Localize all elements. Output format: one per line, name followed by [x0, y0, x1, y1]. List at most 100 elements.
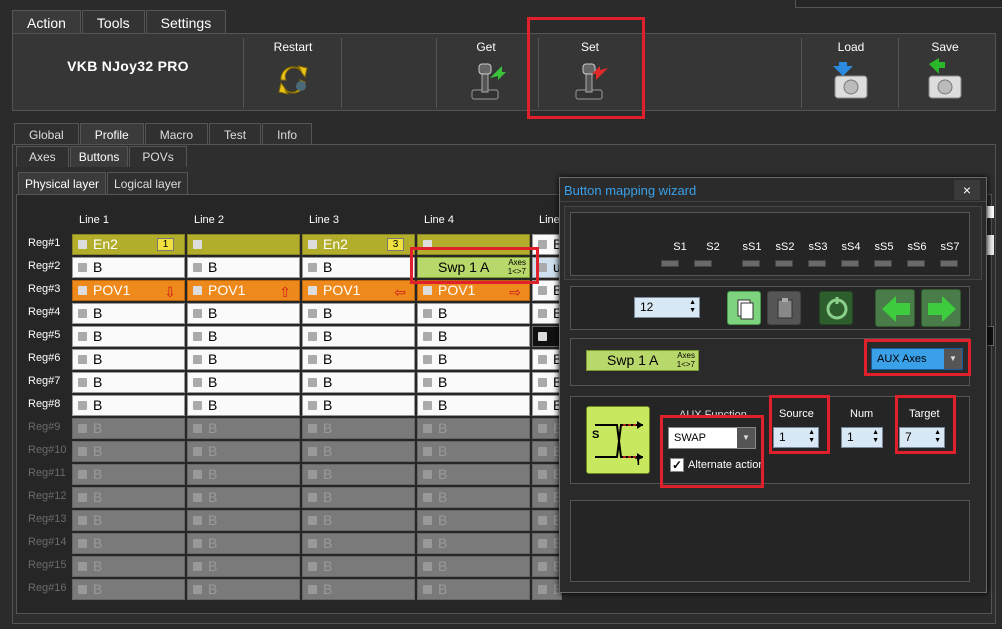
grid-cell[interactable]: POV1 ⇧	[187, 280, 300, 301]
grid-cell[interactable]: B	[72, 579, 185, 600]
grid-cell[interactable]: B	[532, 395, 562, 416]
shift-led[interactable]	[808, 260, 826, 267]
grid-cell[interactable]: POV1 ⇩	[72, 280, 185, 301]
prev-button[interactable]	[875, 289, 915, 327]
tab-profile[interactable]: Profile	[79, 123, 144, 145]
grid-cell[interactable]: B	[72, 418, 185, 439]
grid-cell[interactable]: B	[417, 418, 530, 439]
grid-cell[interactable]	[532, 326, 562, 347]
tab-physical-layer[interactable]: Physical layer	[18, 172, 107, 194]
tab-povs[interactable]: POVs	[129, 146, 187, 167]
grid-cell[interactable]: B	[187, 533, 300, 554]
grid-cell[interactable]: B	[187, 510, 300, 531]
grid-cell[interactable]: B	[417, 372, 530, 393]
grid-cell[interactable]: B	[532, 464, 562, 485]
grid-cell[interactable]: B	[532, 441, 562, 462]
grid-cell[interactable]: POV1 ⇦	[302, 280, 415, 301]
grid-cell[interactable]: B	[302, 257, 415, 278]
grid-cell[interactable]: B	[532, 418, 562, 439]
grid-cell[interactable]: B	[187, 303, 300, 324]
grid-cell[interactable]: B	[302, 487, 415, 508]
grid-cell[interactable]: B	[532, 510, 562, 531]
grid-cell[interactable]: B	[417, 510, 530, 531]
grid-cell[interactable]: B	[187, 257, 300, 278]
tab-global[interactable]: Global	[14, 123, 79, 145]
grid-cell[interactable]: B	[302, 579, 415, 600]
num-spinner[interactable]: 1 ▲ ▼	[841, 427, 883, 448]
grid-cell[interactable]: B	[72, 395, 185, 416]
grid-cell[interactable]: B	[187, 441, 300, 462]
grid-cell[interactable]: B	[417, 395, 530, 416]
grid-cell[interactable]: B	[532, 579, 562, 600]
next-button[interactable]	[921, 289, 961, 327]
shift-led[interactable]	[907, 260, 925, 267]
load-button[interactable]: Load	[806, 34, 896, 112]
grid-cell[interactable]: B	[417, 464, 530, 485]
shift-led[interactable]	[775, 260, 793, 267]
grid-cell[interactable]: B	[302, 556, 415, 577]
get-button[interactable]: Get	[441, 34, 531, 112]
grid-cell[interactable]: B	[417, 579, 530, 600]
tab-macro[interactable]: Macro	[144, 123, 209, 145]
shift-led[interactable]	[661, 260, 679, 267]
grid-cell[interactable]: B	[302, 533, 415, 554]
grid-cell[interactable]: B	[72, 303, 185, 324]
grid-cell[interactable]: B	[72, 326, 185, 347]
shift-led[interactable]	[694, 260, 712, 267]
grid-cell[interactable]: B	[302, 303, 415, 324]
tab-logical-layer[interactable]: Logical layer	[107, 172, 189, 194]
grid-cell[interactable]: B	[302, 418, 415, 439]
shift-led[interactable]	[874, 260, 892, 267]
grid-cell[interactable]: B	[187, 556, 300, 577]
tab-test[interactable]: Test	[209, 123, 262, 145]
grid-cell[interactable]: B	[187, 326, 300, 347]
paste-button[interactable]	[767, 291, 801, 325]
grid-cell[interactable]: B	[302, 441, 415, 462]
shift-led[interactable]	[940, 260, 958, 267]
grid-cell[interactable]: B	[187, 418, 300, 439]
grid-cell[interactable]: B	[302, 349, 415, 370]
copy-button[interactable]	[727, 291, 761, 325]
grid-cell[interactable]: B	[72, 257, 185, 278]
grid-cell[interactable]: B	[417, 349, 530, 370]
tab-tools[interactable]: Tools	[81, 10, 145, 34]
save-button[interactable]: Save	[900, 34, 990, 112]
grid-cell[interactable]: B	[187, 372, 300, 393]
grid-cell[interactable]: B	[302, 372, 415, 393]
grid-cell[interactable]: B	[187, 579, 300, 600]
grid-cell[interactable]: B	[187, 487, 300, 508]
tab-axes[interactable]: Axes	[16, 146, 69, 167]
grid-cell[interactable]: B	[72, 533, 185, 554]
grid-cell[interactable]: B	[417, 487, 530, 508]
grid-cell[interactable]: B	[187, 349, 300, 370]
grid-cell[interactable]: B	[72, 510, 185, 531]
grid-cell[interactable]: B	[417, 441, 530, 462]
grid-cell[interactable]: B	[417, 303, 530, 324]
grid-cell[interactable]: B	[532, 303, 562, 324]
grid-cell[interactable]: B	[187, 464, 300, 485]
grid-cell[interactable]: B	[532, 556, 562, 577]
grid-cell[interactable]: B	[72, 556, 185, 577]
grid-cell[interactable]: B	[417, 556, 530, 577]
tab-buttons[interactable]: Buttons	[69, 146, 129, 167]
grid-cell[interactable]: B	[72, 441, 185, 462]
grid-cell[interactable]: B	[532, 533, 562, 554]
restart-button[interactable]: Restart	[248, 34, 338, 112]
grid-cell[interactable]: B	[532, 372, 562, 393]
grid-cell[interactable]: B	[72, 349, 185, 370]
grid-cell[interactable]: B	[417, 326, 530, 347]
shift-led[interactable]	[742, 260, 760, 267]
grid-cell[interactable]: B	[72, 464, 185, 485]
grid-cell[interactable]: B	[417, 533, 530, 554]
button-number-spinner[interactable]: 12 ▲ ▼	[634, 297, 700, 318]
grid-cell[interactable]: B	[532, 487, 562, 508]
grid-cell[interactable]: B	[302, 510, 415, 531]
shift-led[interactable]	[841, 260, 859, 267]
grid-cell[interactable]: B	[302, 464, 415, 485]
grid-cell[interactable]: B	[187, 395, 300, 416]
grid-cell[interactable]: B	[72, 487, 185, 508]
tab-info[interactable]: Info	[262, 123, 313, 145]
tab-action[interactable]: Action	[12, 10, 81, 34]
tab-settings[interactable]: Settings	[145, 10, 227, 34]
grid-cell[interactable]: B	[302, 395, 415, 416]
